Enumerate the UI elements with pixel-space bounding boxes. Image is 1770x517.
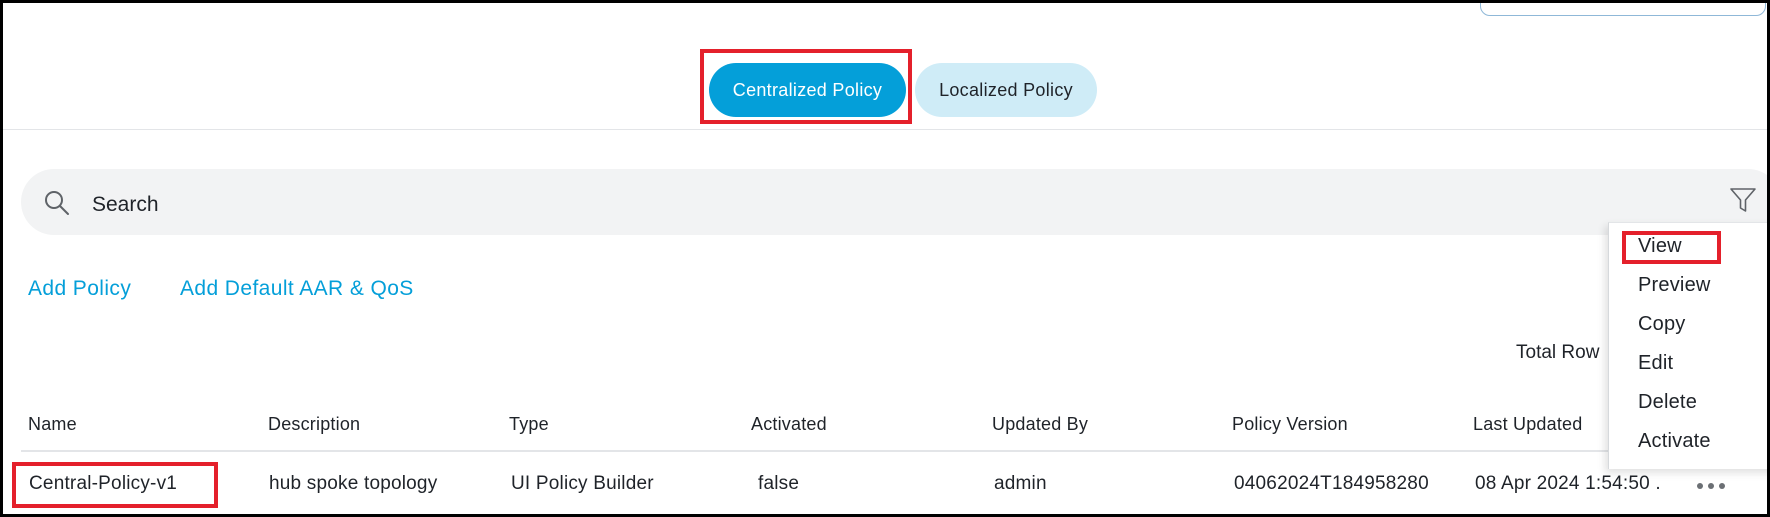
total-rows-label: Total Row [1516,342,1600,363]
column-header-activated[interactable]: Activated [751,414,827,435]
tab-localized-policy[interactable]: Localized Policy [915,63,1097,117]
add-default-aar-qos-link[interactable]: Add Default AAR & QoS [180,277,414,301]
more-actions-icon[interactable] [1697,479,1733,493]
cell-updated-by: admin [994,473,1047,494]
column-header-last-updated[interactable]: Last Updated [1473,414,1582,435]
column-header-type[interactable]: Type [509,414,549,435]
cell-activated: false [758,473,800,494]
menu-item-activate[interactable]: Activate [1638,430,1711,453]
column-header-description[interactable]: Description [268,414,360,435]
menu-item-edit[interactable]: Edit [1638,352,1673,375]
search-icon [45,191,69,215]
cell-policy-version: 04062024T184958280 [1234,473,1429,494]
section-divider [3,129,1767,130]
tab-centralized-policy[interactable]: Centralized Policy [709,63,906,117]
menu-item-copy[interactable]: Copy [1638,313,1686,336]
menu-item-delete[interactable]: Delete [1638,391,1697,414]
cell-last-updated: 08 Apr 2024 1:54:50 . [1475,473,1661,494]
cell-name[interactable]: Central-Policy-v1 [29,473,177,495]
menu-item-preview[interactable]: Preview [1638,274,1711,297]
menu-item-view[interactable]: View [1638,235,1682,258]
column-header-name[interactable]: Name [28,414,77,435]
column-header-policy-version[interactable]: Policy Version [1232,414,1348,435]
add-policy-link[interactable]: Add Policy [28,277,131,301]
cell-type: UI Policy Builder [511,473,654,494]
cell-description: hub spoke topology [269,473,438,494]
column-header-updated-by[interactable]: Updated By [992,414,1088,435]
top-dropdown[interactable] [1480,0,1766,16]
table-header-divider [21,450,1767,452]
filter-icon[interactable] [1728,185,1758,215]
search-input[interactable] [92,188,1392,222]
row-actions-menu: View Preview Copy Edit Delete Activate [1608,222,1770,469]
